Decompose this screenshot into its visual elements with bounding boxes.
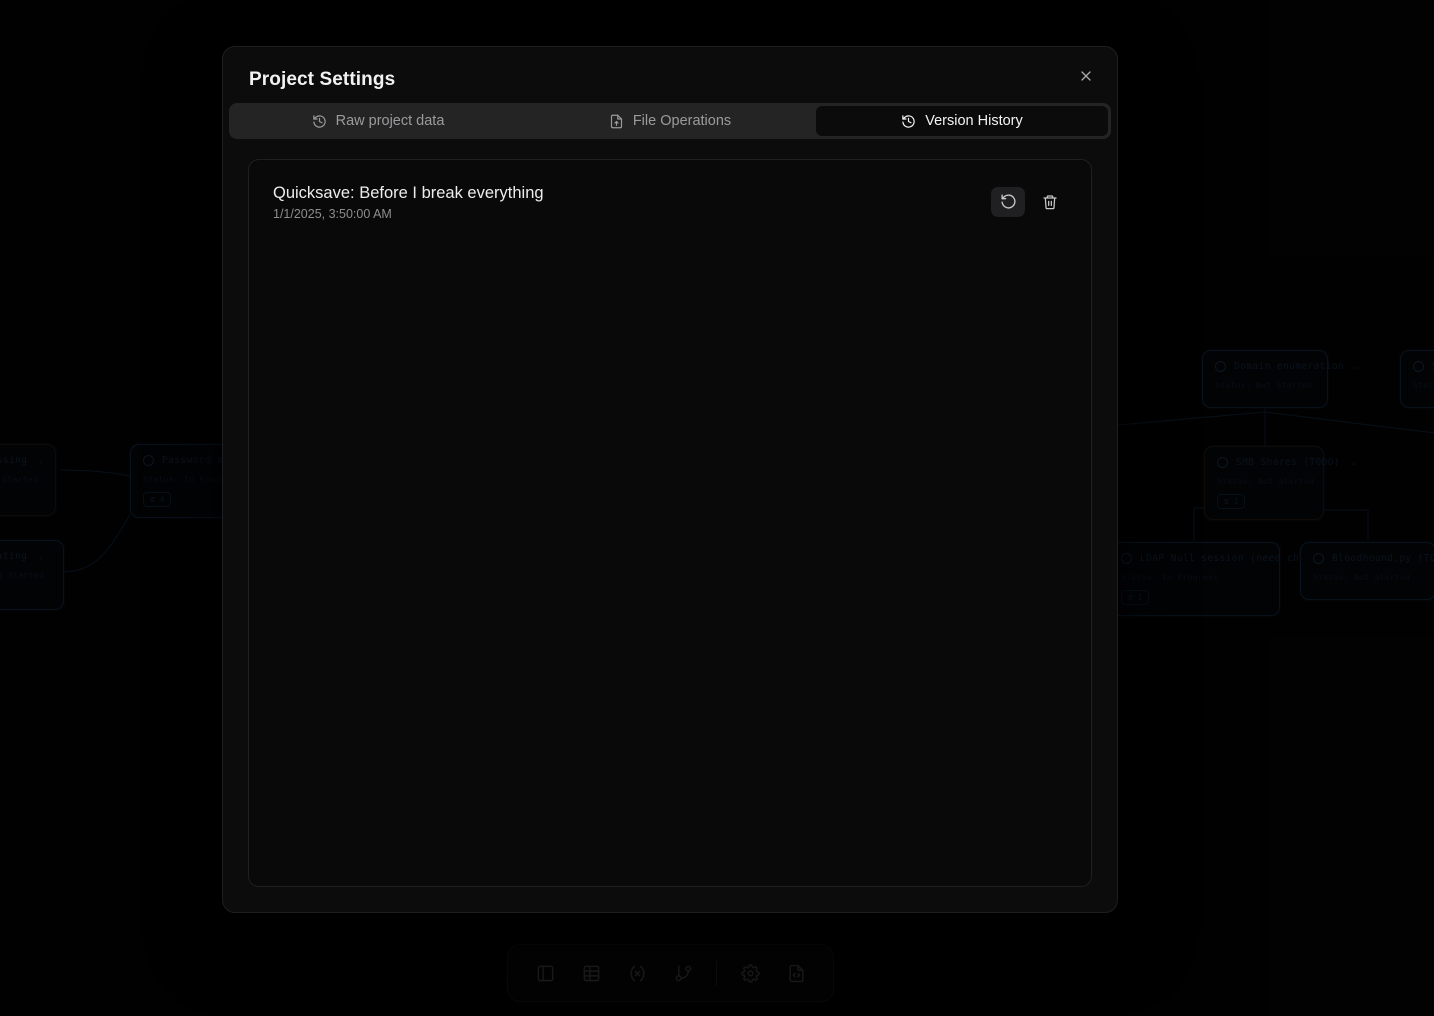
history-icon: [901, 114, 916, 129]
dialog-header: Project Settings: [223, 47, 1117, 103]
dialog-body: Quicksave: Before I break everything 1/1…: [223, 139, 1117, 912]
tab-label: File Operations: [633, 113, 731, 129]
version-timestamp: 1/1/2025, 3:50:00 AM: [273, 207, 544, 221]
tab-label: Version History: [925, 113, 1023, 129]
tab-label: Raw project data: [336, 113, 445, 129]
version-label: Quicksave: Before I break everything: [273, 182, 544, 204]
history-icon: [312, 114, 327, 129]
version-entry-text: Quicksave: Before I break everything 1/1…: [273, 182, 544, 221]
close-icon[interactable]: [1071, 61, 1101, 91]
restore-version-button[interactable]: [991, 187, 1025, 217]
rotate-ccw-icon: [1000, 193, 1017, 210]
version-history-panel[interactable]: Quicksave: Before I break everything 1/1…: [248, 159, 1092, 887]
settings-tablist[interactable]: Raw project data File Operations: [229, 103, 1111, 139]
tab-version-history[interactable]: Version History: [816, 106, 1108, 136]
app-root: ...guessing⌄Status: Not StartedPassword …: [0, 0, 1434, 1016]
project-settings-dialog: Project Settings Raw project data: [222, 46, 1118, 913]
tab-file-operations[interactable]: File Operations: [524, 106, 816, 136]
delete-version-button[interactable]: [1033, 187, 1067, 217]
file-up-icon: [609, 114, 624, 129]
trash-icon: [1042, 194, 1058, 210]
tab-raw-project-data[interactable]: Raw project data: [232, 106, 524, 136]
version-entry-actions: [991, 187, 1067, 217]
page-title: Project Settings: [249, 69, 1091, 91]
list-item[interactable]: Quicksave: Before I break everything 1/1…: [263, 174, 1077, 231]
